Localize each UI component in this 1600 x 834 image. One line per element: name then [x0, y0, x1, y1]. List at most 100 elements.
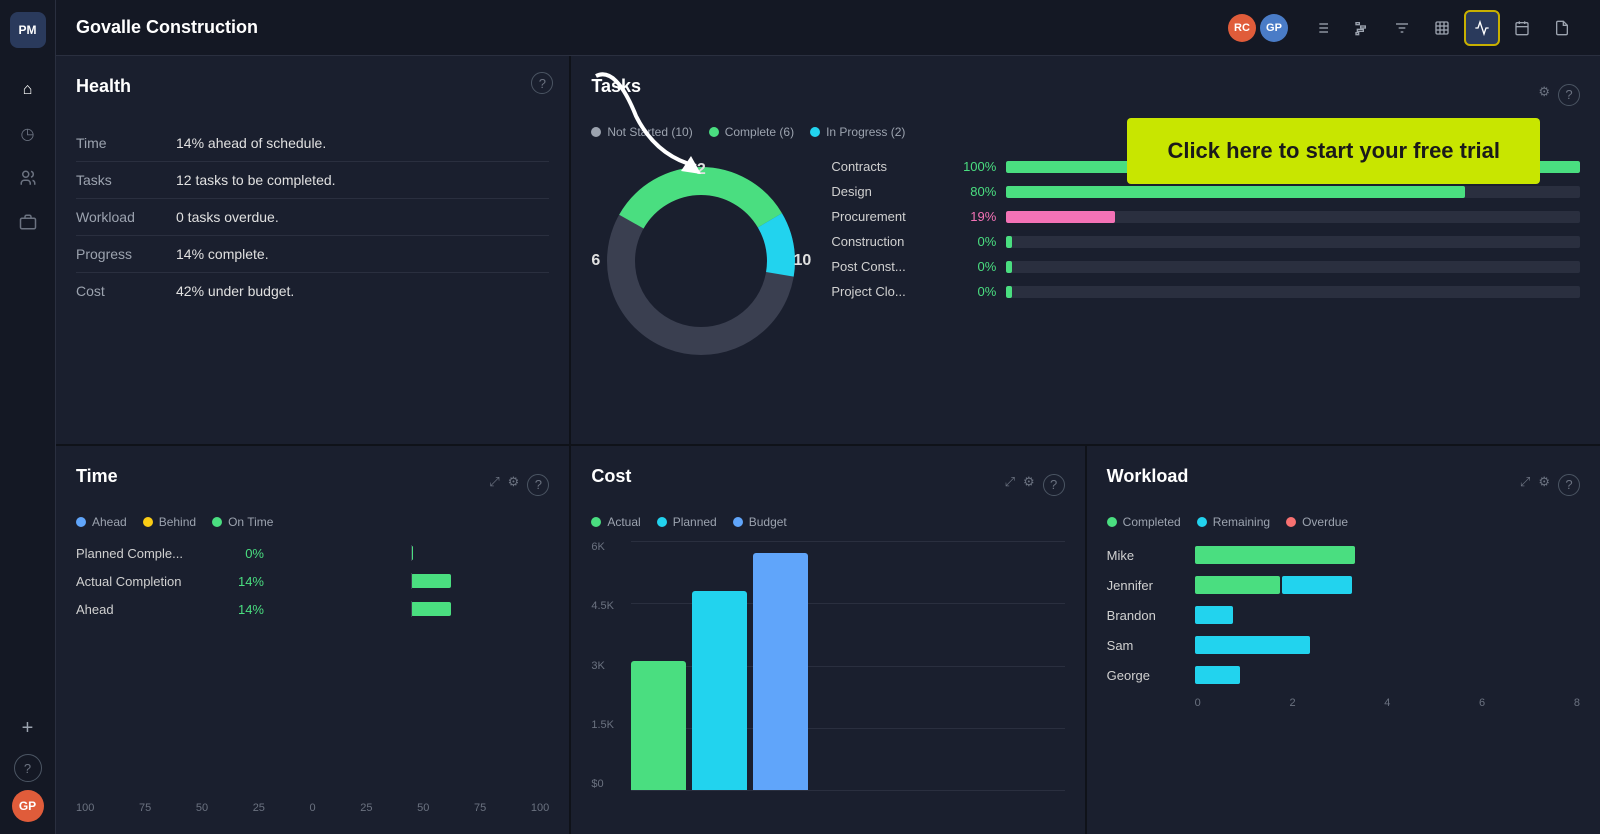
workload-row-jennifer: Jennifer — [1107, 575, 1580, 595]
time-legend: Ahead Behind On Time — [76, 515, 549, 529]
cost-panel-icons: ⤢ ⚙ ? — [1005, 474, 1065, 496]
workload-row-mike: Mike — [1107, 545, 1580, 565]
tasks-title: Tasks — [591, 76, 641, 97]
toolbar-doc-btn[interactable] — [1544, 10, 1580, 46]
cost-bar-planned — [692, 591, 747, 790]
avatar-gp[interactable]: GP — [1260, 14, 1288, 42]
cost-bars — [631, 541, 808, 790]
cost-title: Cost — [591, 466, 631, 487]
legend-complete: Complete (6) — [709, 125, 794, 139]
legend-not-started: Not Started (10) — [591, 125, 692, 139]
progress-row-design: Design 80% — [831, 184, 1580, 199]
avatar-rc[interactable]: RC — [1228, 14, 1256, 42]
workload-rows: Mike Jennifer Brandon — [1107, 545, 1580, 685]
cost-expand-icon[interactable]: ⤢ — [1005, 474, 1015, 496]
jennifer-completed-bar — [1195, 576, 1280, 594]
workload-expand-icon[interactable]: ⤢ — [1520, 474, 1530, 496]
health-row-cost: Cost 42% under budget. — [76, 273, 549, 309]
sidebar-item-home[interactable]: ⌂ — [10, 72, 46, 108]
time-settings-icon[interactable]: ⚙ — [508, 474, 520, 496]
mike-completed-bar — [1195, 546, 1355, 564]
george-remaining-bar — [1195, 666, 1240, 684]
progress-row-procurement: Procurement 19% — [831, 209, 1580, 224]
tasks-help-icon[interactable]: ? — [1558, 84, 1580, 106]
cost-help-icon[interactable]: ? — [1043, 474, 1065, 496]
workload-help-icon[interactable]: ? — [1558, 474, 1580, 496]
workload-legend: Completed Remaining Overdue — [1107, 515, 1580, 529]
header: Govalle Construction RC GP — [56, 0, 1600, 56]
time-help-icon[interactable]: ? — [527, 474, 549, 496]
donut-label-top: 2 — [697, 161, 706, 179]
donut-label-right: 10 — [794, 252, 812, 270]
time-panel-icons: ⤢ ⚙ ? — [489, 474, 549, 496]
toolbar-calendar-btn[interactable] — [1504, 10, 1540, 46]
health-help-icon[interactable]: ? — [531, 72, 553, 94]
cost-bar-budget — [753, 553, 808, 790]
cost-chart: 6K4.5K3K1.5K$0 — [591, 541, 1064, 814]
progress-row-construction: Construction 0% — [831, 234, 1580, 249]
time-panel: Time ⤢ ⚙ ? Ahead Behind — [56, 446, 569, 834]
health-panel: Health ? Time 14% ahead of schedule. Tas… — [56, 56, 569, 444]
sam-remaining-bar — [1195, 636, 1310, 654]
sidebar-item-projects[interactable] — [10, 204, 46, 240]
jennifer-remaining-bar — [1282, 576, 1352, 594]
legend-in-progress: In Progress (2) — [810, 125, 905, 139]
cost-bar-actual — [631, 661, 686, 790]
brandon-remaining-bar — [1195, 606, 1233, 624]
main-content: Govalle Construction RC GP — [56, 0, 1600, 834]
health-row-tasks: Tasks 12 tasks to be completed. — [76, 162, 549, 199]
toolbar-dashboard-btn[interactable] — [1464, 10, 1500, 46]
time-expand-icon[interactable]: ⤢ — [489, 474, 499, 496]
sidebar-item-add[interactable]: + — [10, 710, 46, 746]
progress-row-post-const: Post Const... 0% — [831, 259, 1580, 274]
time-row-ahead: Ahead 14% — [76, 601, 549, 617]
sidebar-item-team[interactable] — [10, 160, 46, 196]
health-row-time: Time 14% ahead of schedule. — [76, 125, 549, 162]
tasks-panel: Tasks ⚙ ? Not Started (10) Complete (6) — [571, 56, 1600, 444]
workload-settings-icon[interactable]: ⚙ — [1538, 474, 1550, 496]
workload-row-sam: Sam — [1107, 635, 1580, 655]
sidebar-item-help[interactable]: ? — [14, 754, 42, 782]
legend-ahead: Ahead — [76, 515, 127, 529]
workload-panel: Workload ⤢ ⚙ ? Completed Remaining Overd… — [1087, 446, 1600, 834]
toolbar-table-btn[interactable] — [1424, 10, 1460, 46]
workload-row-george: George — [1107, 665, 1580, 685]
page-title: Govalle Construction — [76, 17, 1212, 38]
health-row-workload: Workload 0 tasks overdue. — [76, 199, 549, 236]
tasks-settings-icon[interactable]: ⚙ — [1538, 84, 1550, 106]
dashboard-grid: Click here to start your free trial Heal… — [56, 56, 1600, 834]
time-title: Time — [76, 466, 118, 487]
avatar-group: RC GP — [1228, 14, 1288, 42]
cost-settings-icon[interactable]: ⚙ — [1023, 474, 1035, 496]
toolbar-gantt-btn[interactable] — [1344, 10, 1380, 46]
toolbar — [1304, 10, 1580, 46]
workload-title: Workload — [1107, 466, 1189, 487]
free-trial-banner[interactable]: Click here to start your free trial — [1127, 118, 1540, 184]
workload-row-brandon: Brandon — [1107, 605, 1580, 625]
donut-chart — [591, 151, 811, 371]
cost-legend: Actual Planned Budget — [591, 515, 1064, 529]
workload-xaxis: 02468 — [1107, 685, 1580, 709]
user-avatar[interactable]: GP — [12, 790, 44, 822]
toolbar-list-btn[interactable] — [1304, 10, 1340, 46]
time-xaxis: 1007550250255075100 — [76, 786, 549, 814]
tasks-panel-icons: ⚙ ? — [1538, 84, 1580, 106]
legend-on-time: On Time — [212, 515, 273, 529]
toolbar-filter-btn[interactable] — [1384, 10, 1420, 46]
legend-behind: Behind — [143, 515, 196, 529]
app-logo[interactable]: PM — [10, 12, 46, 48]
donut-label-left: 6 — [591, 252, 600, 270]
health-table: Time 14% ahead of schedule. Tasks 12 tas… — [76, 125, 549, 309]
time-row-planned: Planned Comple... 0% — [76, 545, 549, 561]
sidebar: PM ⌂ ◷ + ? GP — [0, 0, 56, 834]
time-rows: Planned Comple... 0% Actual Completion 1… — [76, 545, 549, 786]
health-row-progress: Progress 14% complete. — [76, 236, 549, 273]
time-row-actual: Actual Completion 14% — [76, 573, 549, 589]
health-panel-icons: ? — [531, 72, 553, 94]
progress-row-project-close: Project Clo... 0% — [831, 284, 1580, 299]
cost-panel: Cost ⤢ ⚙ ? Actual Planned Budget 6K4.5K3… — [571, 446, 1084, 834]
workload-panel-icons: ⤢ ⚙ ? — [1520, 474, 1580, 496]
sidebar-item-recent[interactable]: ◷ — [10, 116, 46, 152]
cost-yaxis: 6K4.5K3K1.5K$0 — [591, 541, 614, 790]
health-title: Health — [76, 76, 131, 97]
